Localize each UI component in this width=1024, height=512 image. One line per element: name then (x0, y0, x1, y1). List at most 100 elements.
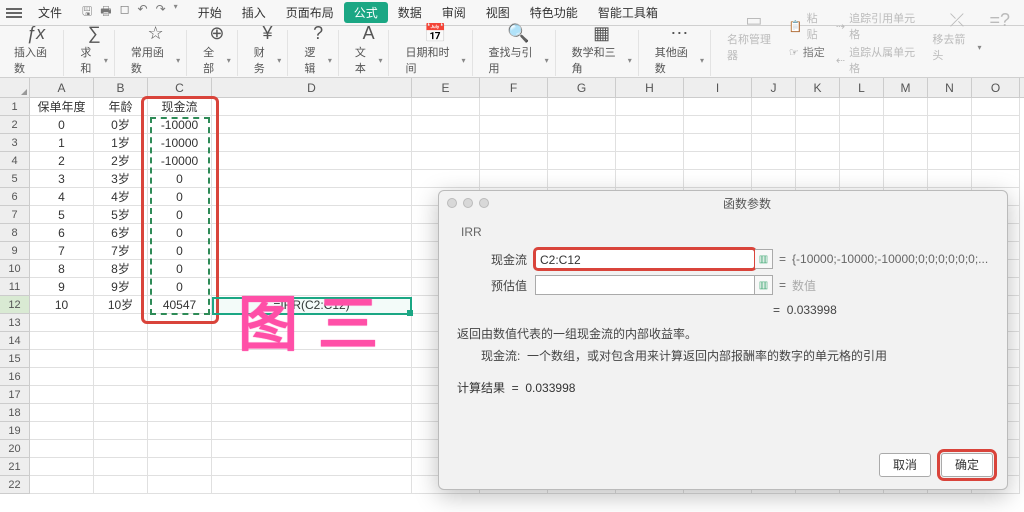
btn-show-formula[interactable]: =? (989, 10, 1010, 76)
save-icon[interactable]: 🖫 (82, 2, 92, 23)
cell[interactable] (412, 170, 480, 188)
cell[interactable] (212, 206, 412, 224)
col-header-D[interactable]: D (212, 78, 412, 97)
col-header-F[interactable]: F (480, 78, 548, 97)
btn-assign-name[interactable]: ☞指定 (789, 44, 828, 60)
cell[interactable] (840, 152, 884, 170)
cell[interactable] (752, 152, 796, 170)
cell[interactable]: 4 (30, 188, 94, 206)
cell[interactable] (972, 152, 1020, 170)
cell[interactable] (30, 422, 94, 440)
col-header-B[interactable]: B (94, 78, 148, 97)
btn-remove-arrows[interactable]: ⤫移去箭头▾ (932, 10, 981, 76)
print-icon[interactable]: 🖶 (100, 2, 111, 23)
cell[interactable] (616, 134, 684, 152)
menu-file[interactable]: 文件 (28, 4, 72, 21)
cell[interactable]: 0 (148, 260, 212, 278)
col-header-N[interactable]: N (928, 78, 972, 97)
cell[interactable] (212, 440, 412, 458)
cell[interactable] (148, 314, 212, 332)
cell[interactable] (884, 152, 928, 170)
cell[interactable] (30, 440, 94, 458)
row-header[interactable]: 4 (0, 152, 30, 170)
cell[interactable] (752, 98, 796, 116)
preview-icon[interactable]: ◻ (120, 2, 130, 23)
btn-insert-function[interactable]: ƒx插入函数 (14, 23, 57, 76)
cell[interactable] (548, 116, 616, 134)
cell[interactable] (148, 332, 212, 350)
row-header[interactable]: 1 (0, 98, 30, 116)
cell[interactable] (548, 98, 616, 116)
cell[interactable] (212, 224, 412, 242)
cell[interactable] (684, 152, 752, 170)
row-header[interactable]: 3 (0, 134, 30, 152)
cell[interactable] (972, 98, 1020, 116)
btn-all-fn[interactable]: ⊕全部▾ (203, 23, 231, 76)
window-max-dot[interactable] (479, 198, 489, 208)
cell[interactable] (30, 476, 94, 494)
btn-text-fn[interactable]: A文本▾ (355, 23, 383, 76)
cell[interactable] (884, 170, 928, 188)
cell[interactable] (752, 134, 796, 152)
cell[interactable]: 3岁 (94, 170, 148, 188)
cell[interactable] (412, 152, 480, 170)
cell[interactable] (840, 170, 884, 188)
cell[interactable]: 6 (30, 224, 94, 242)
row-header[interactable]: 20 (0, 440, 30, 458)
redo-icon[interactable]: ↷ (156, 2, 166, 23)
cell[interactable]: 9 (30, 278, 94, 296)
tab-insert[interactable]: 插入 (232, 4, 276, 21)
cell[interactable]: 0 (148, 242, 212, 260)
cell[interactable] (212, 170, 412, 188)
cell[interactable] (972, 170, 1020, 188)
cell[interactable]: 1岁 (94, 134, 148, 152)
cell[interactable]: 现金流 (148, 98, 212, 116)
tab-formula[interactable]: 公式 (344, 2, 388, 23)
cell[interactable] (30, 404, 94, 422)
col-header-E[interactable]: E (412, 78, 480, 97)
ok-button[interactable]: 确定 (941, 453, 993, 477)
cell[interactable]: 5 (30, 206, 94, 224)
cell[interactable] (412, 116, 480, 134)
cell[interactable] (212, 386, 412, 404)
cell[interactable] (30, 386, 94, 404)
cell[interactable] (94, 332, 148, 350)
cell[interactable] (94, 458, 148, 476)
col-header-O[interactable]: O (972, 78, 1020, 97)
cell[interactable]: 2岁 (94, 152, 148, 170)
cell[interactable] (796, 170, 840, 188)
row-header[interactable]: 6 (0, 188, 30, 206)
col-header-M[interactable]: M (884, 78, 928, 97)
cell[interactable] (148, 476, 212, 494)
cell[interactable] (148, 404, 212, 422)
cell[interactable]: 4岁 (94, 188, 148, 206)
cell[interactable] (30, 350, 94, 368)
cell[interactable]: 8岁 (94, 260, 148, 278)
btn-paste-name[interactable]: 📋粘贴 (789, 10, 828, 42)
cell[interactable] (972, 134, 1020, 152)
row-header[interactable]: 10 (0, 260, 30, 278)
cell[interactable] (148, 422, 212, 440)
cell[interactable] (928, 134, 972, 152)
cell[interactable]: 6岁 (94, 224, 148, 242)
cell[interactable]: 0 (30, 116, 94, 134)
cell[interactable] (30, 368, 94, 386)
cell[interactable]: 9岁 (94, 278, 148, 296)
qat-more-icon[interactable]: ▾ (174, 2, 178, 23)
cell[interactable] (94, 422, 148, 440)
window-min-dot[interactable] (463, 198, 473, 208)
col-header-K[interactable]: K (796, 78, 840, 97)
btn-other-fn[interactable]: ⋯其他函数▾ (655, 23, 704, 76)
cell[interactable] (94, 350, 148, 368)
cell[interactable]: 0 (148, 170, 212, 188)
row-header[interactable]: 18 (0, 404, 30, 422)
cell[interactable] (928, 98, 972, 116)
cell[interactable] (212, 368, 412, 386)
tab-special[interactable]: 特色功能 (520, 4, 588, 21)
cell[interactable]: 1 (30, 134, 94, 152)
cell[interactable] (752, 170, 796, 188)
cell[interactable] (94, 368, 148, 386)
cell[interactable] (212, 116, 412, 134)
cell[interactable]: 10 (30, 296, 94, 314)
cell[interactable] (148, 350, 212, 368)
